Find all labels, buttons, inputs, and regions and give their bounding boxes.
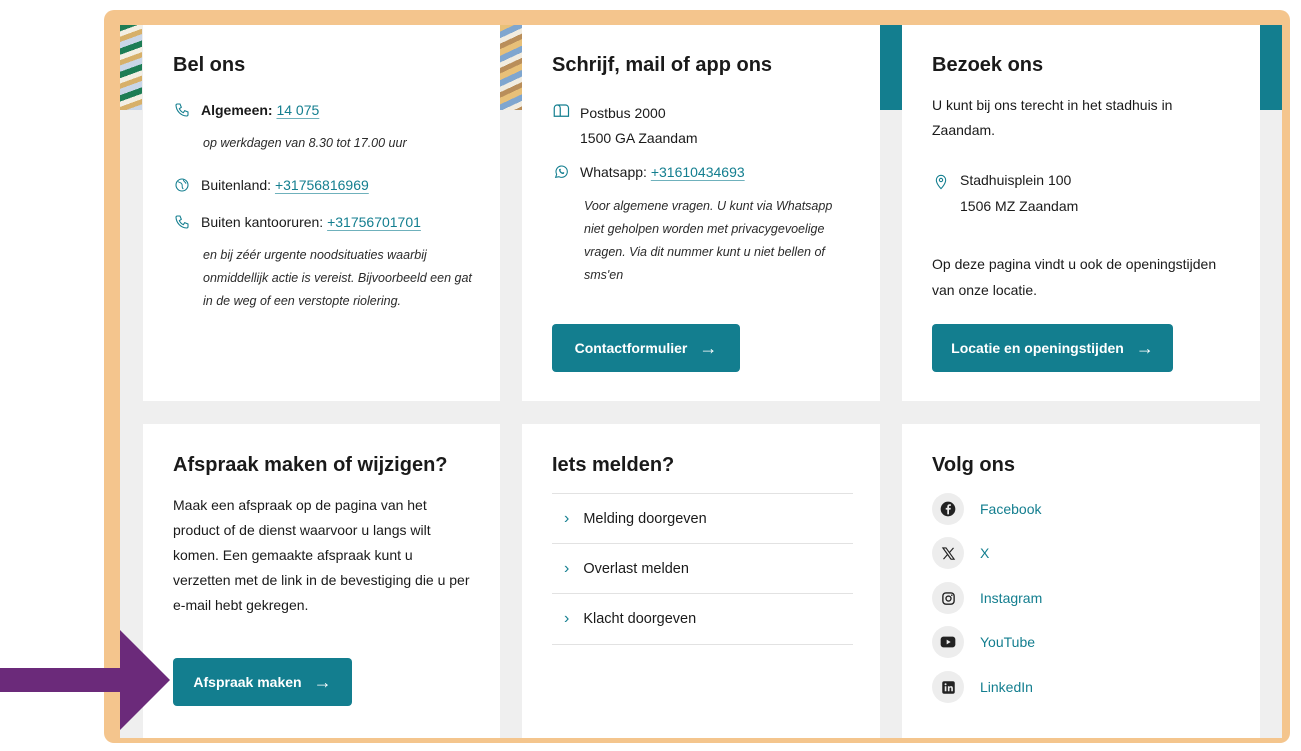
linkedin-icon: [932, 671, 964, 703]
button-label: Afspraak maken: [193, 674, 302, 690]
melding-doorgeven-link[interactable]: › Melding doorgeven: [552, 493, 853, 544]
chevron-right-icon: ›: [564, 610, 570, 627]
decorative-stripes-left: [120, 25, 142, 110]
social-label: Facebook: [980, 501, 1042, 517]
phone-general-link[interactable]: 14 075: [276, 102, 319, 118]
postbus-line1: Postbus 2000: [580, 105, 666, 121]
whatsapp-icon: [552, 163, 570, 181]
link-label: Klacht doorgeven: [583, 611, 697, 627]
social-label: YouTube: [980, 634, 1036, 650]
phone-abroad-link[interactable]: +31756816969: [275, 177, 369, 193]
facebook-link[interactable]: Facebook: [932, 493, 1041, 525]
instagram-icon: [932, 582, 964, 614]
youtube-icon: [932, 626, 964, 658]
whatsapp-note: Voor algemene vragen. U kunt via Whatsap…: [584, 199, 833, 282]
instagram-link[interactable]: Instagram: [932, 582, 1042, 614]
contact-section: Bel ons Algemeen: 14 075 op werkdagen va…: [120, 25, 1282, 738]
link-label: Overlast melden: [583, 561, 689, 577]
phone-general-label: Algemeen:: [201, 102, 273, 118]
youtube-link[interactable]: YouTube: [932, 626, 1035, 658]
overlast-melden-link[interactable]: › Overlast melden: [552, 543, 853, 594]
postbus-line2: 1500 GA Zaandam: [580, 130, 698, 146]
postbus-row: Postbus 2000 1500 GA Zaandam: [552, 101, 698, 151]
whatsapp-row: Whatsapp: +31610434693: [552, 163, 745, 181]
arrow-right-icon: →: [699, 337, 718, 358]
social-label: LinkedIn: [980, 679, 1033, 695]
location-pin-icon: [932, 173, 950, 191]
decorative-stripes-middle: [500, 25, 522, 110]
phone-icon: [173, 213, 191, 231]
link-label: Melding doorgeven: [583, 511, 707, 527]
phone-icon: [173, 101, 191, 119]
x-icon: [932, 537, 964, 569]
locatie-openingstijden-button[interactable]: Locatie en openingstijden →: [932, 324, 1173, 372]
card-title: Iets melden?: [552, 454, 675, 476]
card-title: Afspraak maken of wijzigen?: [173, 454, 448, 476]
afspraak-maken-button[interactable]: Afspraak maken →: [173, 658, 352, 706]
phone-after-hours-label: Buiten kantooruren:: [201, 214, 324, 230]
button-label: Contactformulier: [574, 340, 688, 356]
facebook-icon: [932, 493, 964, 525]
globe-icon: [173, 176, 191, 194]
chevron-right-icon: ›: [564, 510, 570, 527]
card-title: Schrijf, mail of app ons: [552, 54, 773, 76]
arrow-right-icon: →: [1135, 337, 1154, 358]
phone-after-hours-link[interactable]: +31756701701: [327, 214, 421, 230]
chevron-right-icon: ›: [564, 560, 570, 577]
decorative-block-teal-right: [1260, 25, 1282, 110]
phone-general-row: Algemeen: 14 075: [173, 101, 319, 119]
card-bel-ons: Bel ons Algemeen: 14 075 op werkdagen va…: [143, 25, 500, 401]
pointer-arrow-icon: [0, 630, 170, 730]
phone-after-hours-row: Buiten kantooruren: +31756701701: [173, 213, 421, 231]
address-line1: Stadhuisplein 100: [960, 172, 1072, 188]
card-title: Bezoek ons: [932, 54, 1044, 76]
x-link[interactable]: X: [932, 537, 989, 569]
social-label: X: [980, 545, 990, 561]
whatsapp-label: Whatsapp:: [580, 164, 647, 180]
arrow-right-icon: →: [313, 671, 332, 692]
openingstijden-text: Op deze pagina vindt u ook de openingsti…: [932, 256, 1217, 298]
address-row: Stadhuisplein 100 1506 MZ Zaandam: [932, 171, 1078, 219]
card-title: Volg ons: [932, 454, 1015, 476]
card-title: Bel ons: [173, 54, 246, 76]
bezoek-intro: U kunt bij ons terecht in het stadhuis i…: [932, 97, 1173, 138]
contactformulier-button[interactable]: Contactformulier →: [552, 324, 740, 372]
phone-abroad-label: Buitenland:: [201, 177, 272, 193]
mailbox-icon: [552, 102, 570, 120]
card-bezoek: Bezoek ons U kunt bij ons terecht in het…: [902, 25, 1260, 401]
social-label: Instagram: [980, 590, 1043, 606]
card-schrijf: Schrijf, mail of app ons Postbus 2000 15…: [522, 25, 880, 401]
phone-general-note: op werkdagen van 8.30 tot 17.00 uur: [203, 136, 407, 150]
card-volg-ons: Volg ons Facebook X Instagram YouTube Li…: [902, 424, 1260, 738]
klacht-doorgeven-link[interactable]: › Klacht doorgeven: [552, 593, 853, 645]
whatsapp-link[interactable]: +31610434693: [651, 164, 745, 180]
afspraak-text: Maak een afspraak op de pagina van het p…: [173, 497, 470, 613]
address-line2: 1506 MZ Zaandam: [960, 198, 1079, 214]
decorative-block-teal-mid: [880, 25, 902, 110]
button-label: Locatie en openingstijden: [951, 340, 1124, 356]
card-iets-melden: Iets melden? › Melding doorgeven › Overl…: [522, 424, 880, 738]
phone-after-hours-note: en bij zéér urgente noodsituaties waarbi…: [203, 248, 472, 308]
linkedin-link[interactable]: LinkedIn: [932, 671, 1033, 703]
card-afspraak: Afspraak maken of wijzigen? Maak een afs…: [143, 424, 500, 738]
phone-abroad-row: Buitenland: +31756816969: [173, 176, 369, 194]
